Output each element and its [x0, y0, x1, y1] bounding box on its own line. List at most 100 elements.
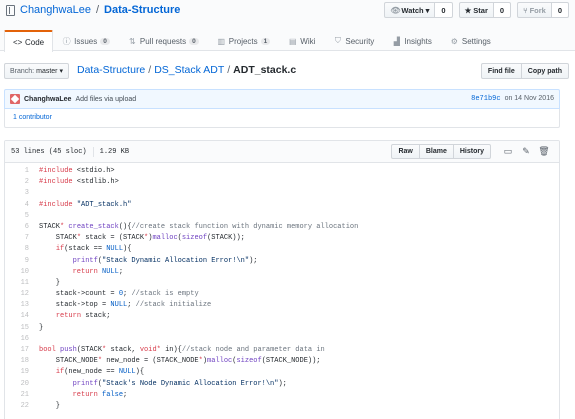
- trash-icon[interactable]: 🗑: [535, 146, 553, 157]
- line-number[interactable]: 19: [5, 367, 29, 378]
- commit-meta: 8e71b9c on 14 Nov 2016: [471, 95, 554, 103]
- breadcrumb-root-link[interactable]: Data-Structure: [77, 64, 145, 76]
- tab-security[interactable]: ⛉ Security: [324, 30, 383, 51]
- raw-button[interactable]: Raw: [391, 144, 420, 159]
- line-content: stack->top = NULL; //stack initialize: [39, 301, 212, 310]
- tab-label: Security: [345, 36, 375, 46]
- watch-label: Watch: [401, 5, 424, 15]
- tab-settings[interactable]: ⚙ Settings: [441, 30, 500, 51]
- repo-actions: 👁 Watch ▾ 0 ★ Star 0 ⑂ Fork 0: [384, 2, 569, 18]
- line-number[interactable]: 16: [5, 334, 29, 345]
- line-content: [29, 211, 39, 222]
- repo-owner-link[interactable]: ChanghwaLee: [20, 4, 91, 16]
- tab-wiki[interactable]: ▤ Wiki: [279, 30, 324, 51]
- line-number[interactable]: 6: [5, 222, 29, 233]
- star-label: Star: [473, 5, 488, 15]
- watch-action: 👁 Watch ▾ 0: [384, 2, 453, 18]
- line-number[interactable]: 21: [5, 390, 29, 401]
- fork-button[interactable]: ⑂ Fork: [517, 2, 552, 18]
- line-number[interactable]: 1: [5, 166, 29, 177]
- tab-issues[interactable]: ⓘ Issues 0: [53, 30, 119, 51]
- breadcrumb-folder-link[interactable]: DS_Stack ADT: [154, 64, 224, 76]
- line-content: STACK_NODE* new_node = (STACK_NODE*)mall…: [39, 357, 321, 366]
- graph-icon: ▟: [393, 36, 400, 46]
- repo-header: ChanghwaLee / Data-Structure 👁 Watch ▾ 0…: [0, 0, 575, 52]
- line-number[interactable]: 5: [5, 211, 29, 222]
- copy-path-button[interactable]: Copy path: [521, 63, 569, 79]
- tab-label: Code: [25, 37, 45, 47]
- line-number[interactable]: 13: [5, 300, 29, 311]
- code-line: 4 #include "ADT_stack.h": [5, 200, 559, 211]
- chevron-down-icon: ▾: [59, 68, 64, 75]
- star-action: ★ Star 0: [458, 2, 512, 18]
- fork-count[interactable]: 0: [551, 2, 569, 18]
- line-content: [29, 188, 39, 199]
- code-line: 22 }: [5, 401, 559, 412]
- commit-message[interactable]: Add files via upload: [75, 96, 136, 103]
- line-number[interactable]: 10: [5, 267, 29, 278]
- line-number[interactable]: 15: [5, 323, 29, 334]
- repo-name-link[interactable]: Data-Structure: [104, 4, 180, 16]
- breadcrumb: Data-Structure / DS_Stack ADT / ADT_stac…: [77, 64, 296, 76]
- commit-author-link[interactable]: ChanghwaLee: [24, 96, 71, 103]
- line-number[interactable]: 7: [5, 233, 29, 244]
- fork-icon: ⑂: [523, 5, 528, 15]
- code-line: 15}: [5, 323, 559, 334]
- code-line: 10 return NULL;: [5, 267, 559, 278]
- code-line: 3: [5, 188, 559, 199]
- history-button[interactable]: History: [453, 144, 491, 159]
- file-header: 53 lines (45 sloc) 1.29 KB Raw Blame His…: [5, 141, 559, 163]
- watch-button[interactable]: 👁 Watch ▾: [384, 2, 436, 18]
- line-content: #include <stdio.h>: [39, 167, 115, 175]
- line-number[interactable]: 11: [5, 278, 29, 289]
- find-file-button[interactable]: Find file: [480, 63, 522, 79]
- tab-projects[interactable]: ▥ Projects 1: [208, 30, 280, 51]
- code-icon: <>: [13, 37, 23, 47]
- blame-button[interactable]: Blame: [419, 144, 454, 159]
- line-number[interactable]: 8: [5, 244, 29, 255]
- tab-label: Settings: [461, 36, 491, 46]
- code-line: 1 #include <stdio.h>: [5, 166, 559, 177]
- avatar[interactable]: [10, 94, 20, 104]
- watch-count[interactable]: 0: [435, 2, 453, 18]
- repo-icon: [6, 4, 15, 16]
- line-number[interactable]: 22: [5, 401, 29, 412]
- contributors-link[interactable]: 1 contributor: [13, 114, 52, 121]
- pencil-icon[interactable]: ✎: [517, 146, 535, 157]
- code-line: 8 if(stack == NULL){: [5, 244, 559, 255]
- code-line: 16: [5, 334, 559, 345]
- code-line: 5: [5, 211, 559, 222]
- line-content: if(new_node == NULL){: [55, 368, 145, 377]
- star-count[interactable]: 0: [493, 2, 512, 18]
- line-number[interactable]: 12: [5, 289, 29, 300]
- commit-sha-link[interactable]: 8e71b9c: [471, 95, 500, 103]
- code-line: 19 if(new_node == NULL){: [5, 367, 559, 378]
- shield-icon: ⛉: [334, 36, 341, 45]
- breadcrumb-separator: /: [227, 64, 231, 76]
- code-line: 14 return stack;: [5, 311, 559, 322]
- tab-label: Insights: [404, 36, 432, 46]
- branch-select-button[interactable]: Branch: master ▾: [4, 63, 70, 79]
- line-number[interactable]: 4: [5, 200, 29, 211]
- tab-code[interactable]: <> Code: [4, 30, 54, 52]
- code-line: 20 printf("Stack's Node Dynamic Allocati…: [5, 379, 559, 390]
- tab-counter: 0: [100, 37, 110, 45]
- tab-pull-requests[interactable]: ⇅ Pull requests 0: [119, 30, 208, 51]
- line-number[interactable]: 9: [5, 256, 29, 267]
- line-number[interactable]: 3: [5, 188, 29, 199]
- line-number[interactable]: 2: [5, 177, 29, 188]
- project-icon: ▥: [217, 36, 226, 46]
- tab-insights[interactable]: ▟ Insights: [383, 30, 441, 51]
- tab-label: Wiki: [300, 36, 316, 46]
- code-line: 18 STACK_NODE* new_node = (STACK_NODE*)m…: [5, 356, 559, 367]
- line-number[interactable]: 20: [5, 379, 29, 390]
- tab-counter: 0: [189, 37, 199, 45]
- tab-label: Projects: [228, 36, 258, 46]
- line-number[interactable]: 17: [5, 345, 29, 356]
- line-number[interactable]: 14: [5, 311, 29, 322]
- code-line: 12 stack->count = 0; //stack is empty: [5, 289, 559, 300]
- star-button[interactable]: ★ Star: [458, 2, 494, 18]
- line-number[interactable]: 18: [5, 356, 29, 367]
- fork-label: Fork: [529, 5, 546, 15]
- desktop-icon[interactable]: ▭: [499, 146, 517, 157]
